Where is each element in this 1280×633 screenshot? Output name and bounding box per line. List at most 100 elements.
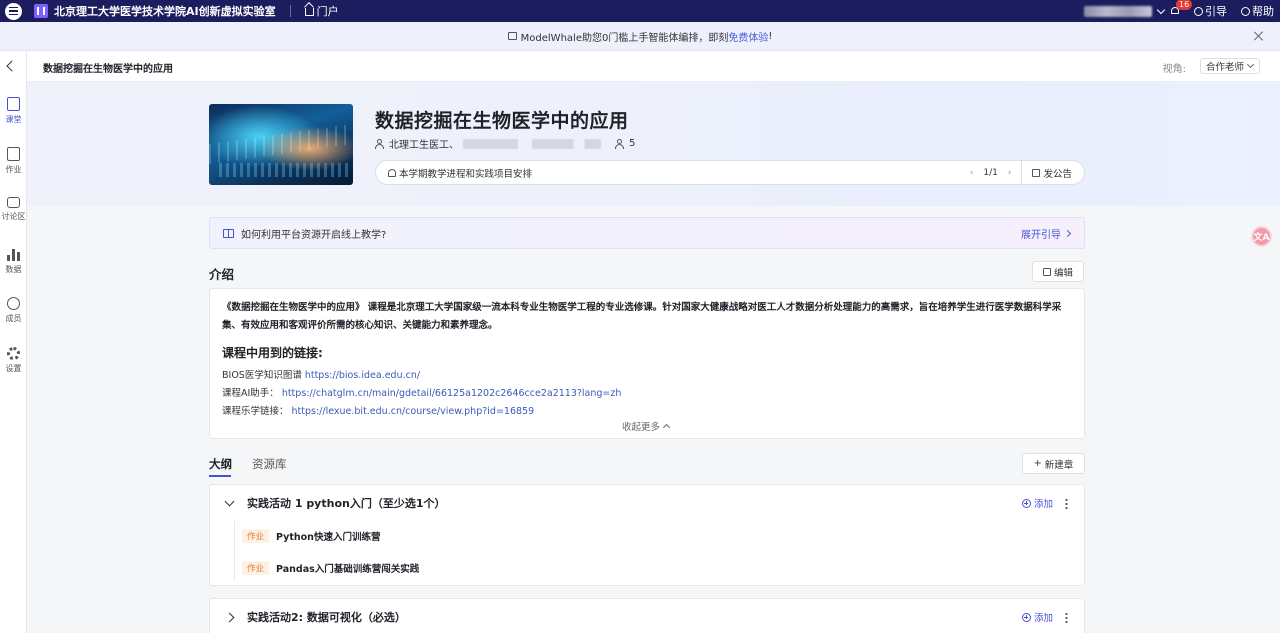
chevron-down-icon: [1246, 60, 1255, 69]
announcement-pager: ‹ 1/1 ›: [970, 168, 1012, 178]
role-select[interactable]: 合作老师: [1200, 58, 1260, 74]
edit-icon: [1042, 267, 1051, 276]
sidebar: 课堂 作业 讨论区 数据 成员 设置: [0, 51, 27, 633]
guide-link[interactable]: 引导: [1194, 3, 1227, 19]
edit-icon: [1032, 168, 1041, 177]
more-icon[interactable]: [1065, 497, 1068, 509]
sidebar-item-label: 设置: [5, 364, 22, 373]
speaker-icon: [507, 32, 517, 40]
sidebar-item-settings[interactable]: 设置: [0, 347, 27, 374]
divider: [289, 5, 291, 17]
collapse-more-button[interactable]: 收起更多: [622, 419, 671, 433]
sidebar-item-label: 作业: [5, 165, 22, 174]
collapse-label: 收起更多: [622, 422, 661, 433]
link-url[interactable]: https://bios.idea.edu.cn/: [305, 370, 420, 381]
item-title: Python快速入门训练营: [276, 532, 381, 543]
org-name[interactable]: 北京理工大学医学技术学院AI创新虚拟实验室: [54, 3, 276, 19]
intro-card: 《数据挖掘在生物医学中的应用》 课程是北京理工大学国家级一流本科专业生物医学工程…: [209, 288, 1085, 439]
menu-icon[interactable]: [2, 0, 24, 22]
teacher-names-blurred: [463, 138, 601, 149]
chapter-title: 实践活动2: 数据可视化（必选）: [247, 611, 406, 624]
edit-intro-button[interactable]: 编辑: [1032, 261, 1084, 282]
link-row: 课程乐学链接： https://lexue.bit.edu.cn/course/v…: [222, 403, 534, 417]
tab-resources[interactable]: 资源库: [252, 456, 287, 472]
sidebar-item-data[interactable]: 数据: [0, 247, 27, 275]
new-chapter-button[interactable]: + 新建章: [1022, 453, 1085, 474]
link-url[interactable]: https://chatglm.cn/main/gdetail/66125a12…: [282, 388, 622, 399]
expand-guide-link[interactable]: 展开引导: [1021, 226, 1072, 241]
notice-text: ModelWhale助您0门槛上手智能体编排，即刻: [520, 32, 729, 44]
pager-value: 1/1: [983, 167, 998, 178]
teacher-prefix: 北理工生医工、: [389, 140, 459, 151]
announcement-bar[interactable]: 本学期教学进程和实践项目安排 ‹ 1/1 › 发公告: [375, 160, 1085, 185]
link-url[interactable]: https://lexue.bit.edu.cn/course/view.php…: [292, 406, 535, 417]
sidebar-item-homework[interactable]: 作业: [0, 147, 27, 175]
translate-float-button[interactable]: 文A: [1251, 226, 1272, 247]
sidebar-item-discussion[interactable]: 讨论区: [0, 197, 27, 222]
plus-circle-icon: [1021, 612, 1031, 622]
list-item[interactable]: 作业 Python快速入门训练营: [242, 529, 380, 543]
link-row: BIOS医学知识图谱 https://bios.idea.edu.cn/: [222, 367, 420, 381]
prev-icon[interactable]: ‹: [970, 168, 974, 178]
bell-icon[interactable]: 16: [1170, 0, 1193, 16]
top-bar: 北京理工大学医学技术学院AI创新虚拟实验室 门户 16 引导 帮助: [0, 0, 1280, 22]
chevron-right-icon[interactable]: [224, 612, 235, 622]
chevron-down-icon[interactable]: [1156, 5, 1166, 14]
homework-icon: [7, 147, 20, 161]
chevron-right-icon: [1063, 229, 1072, 237]
members-icon: [615, 138, 624, 149]
link-row: 课程AI助手： https://chatglm.cn/main/gdetail/6…: [222, 385, 621, 399]
expand-guide-label: 展开引导: [1021, 229, 1061, 241]
page-header: 数据挖掘在生物医学中的应用 视角: 合作老师: [27, 51, 1280, 82]
sidebar-item-label: 讨论区: [1, 212, 26, 221]
back-arrow-icon[interactable]: [6, 60, 18, 72]
announcement-text[interactable]: 本学期教学进程和实践项目安排: [399, 166, 970, 180]
book-icon: [223, 228, 234, 238]
tab-outline[interactable]: 大纲: [209, 456, 232, 472]
bar-chart-icon: [7, 247, 20, 261]
sidebar-item-label: 课堂: [5, 115, 22, 124]
help-link[interactable]: 帮助: [1241, 3, 1274, 19]
close-icon[interactable]: [1254, 31, 1264, 41]
next-icon[interactable]: ›: [1008, 168, 1012, 178]
bell-icon: [388, 168, 396, 177]
add-label: 添加: [1033, 499, 1053, 510]
post-announcement-button[interactable]: 发公告: [1022, 166, 1084, 180]
chapter-header[interactable]: 实践活动2: 数据可视化（必选） 添加: [210, 599, 1084, 633]
guide-label: 引导: [1205, 5, 1227, 18]
chapter-header[interactable]: 实践活动 1 python入门（至少选1个） 添加: [210, 485, 1084, 521]
chapter-title: 实践活动 1 python入门（至少选1个）: [247, 497, 446, 510]
new-chapter-label: 新建章: [1044, 459, 1074, 471]
list-item[interactable]: 作业 Pandas入门基础训练营闯关实践: [242, 561, 419, 575]
intro-title: 介绍: [209, 267, 235, 282]
item-title: Pandas入门基础训练营闯关实践: [276, 564, 420, 575]
teacher-line: 北理工生医工、 5: [375, 136, 635, 151]
more-icon[interactable]: [1065, 611, 1068, 623]
chevron-down-icon[interactable]: [224, 496, 235, 506]
chat-icon: [7, 197, 20, 208]
notice-link[interactable]: 免费体验: [728, 29, 768, 44]
logo-icon: [34, 4, 48, 18]
teacher-icon: [375, 138, 384, 149]
sidebar-item-members[interactable]: 成员: [0, 297, 27, 324]
compass-icon: [1194, 6, 1203, 16]
role-value: 合作老师: [1206, 62, 1245, 73]
sidebar-item-classroom[interactable]: 课堂: [0, 97, 27, 125]
item-tag: 作业: [242, 529, 270, 543]
user-name-blurred[interactable]: [1084, 5, 1152, 17]
active-tab-indicator: [209, 475, 231, 477]
page-title: 数据挖掘在生物医学中的应用: [43, 64, 173, 75]
notification-badge: 16: [1176, 0, 1193, 10]
promo-notice: ModelWhale助您0门槛上手智能体编排，即刻 免费体验 !: [0, 22, 1280, 51]
course-title: 数据挖掘在生物医学中的应用: [375, 110, 629, 132]
outline-chapter: 实践活动 1 python入门（至少选1个） 添加 作业 Python快速入门训…: [209, 484, 1085, 586]
member-count-value: 5: [629, 138, 636, 149]
portal-link[interactable]: 门户: [304, 3, 339, 19]
post-label: 发公告: [1043, 168, 1072, 180]
add-button[interactable]: 添加: [1021, 610, 1053, 624]
links-title: 课程中用到的链接:: [222, 346, 323, 360]
portal-label: 门户: [316, 5, 339, 18]
add-button[interactable]: 添加: [1021, 496, 1053, 510]
sidebar-item-label: 数据: [5, 265, 22, 274]
intro-paragraph: 《数据挖掘在生物医学中的应用》 课程是北京理工大学国家级一流本科专业生物医学工程…: [222, 302, 1062, 331]
